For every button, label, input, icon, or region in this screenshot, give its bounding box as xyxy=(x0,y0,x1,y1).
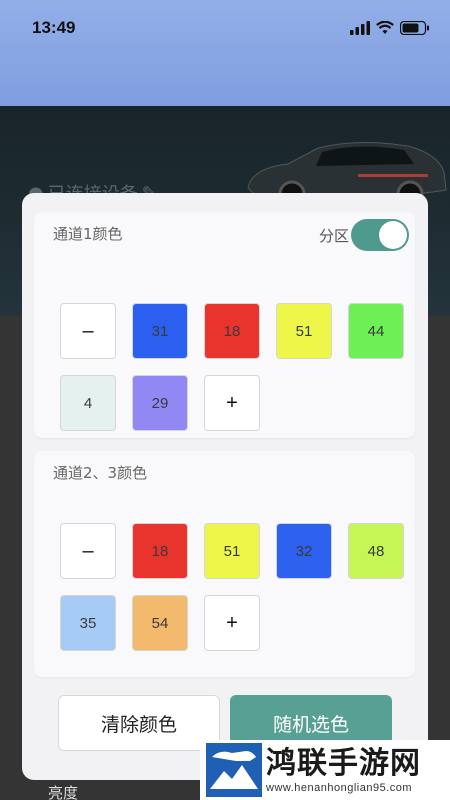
partition-control: 分区 xyxy=(319,219,409,251)
status-icons xyxy=(350,21,430,35)
channel1-swatch[interactable]: 18 xyxy=(204,303,260,359)
channel1-swatch[interactable]: 4 xyxy=(60,375,116,431)
channel1-swatch[interactable]: 31 xyxy=(132,303,188,359)
channel23-swatch[interactable]: 18 xyxy=(132,523,188,579)
site-watermark: 鸿联手游网 www.henanhonglian95.com xyxy=(200,740,450,800)
channel1-remove-button[interactable]: – xyxy=(60,303,116,359)
watermark-text: 鸿联手游网 www.henanhonglian95.com xyxy=(266,746,421,794)
channel1-swatch[interactable]: 51 xyxy=(276,303,332,359)
clear-colors-button[interactable]: 清除颜色 xyxy=(58,695,220,751)
partition-label: 分区 xyxy=(318,226,349,245)
battery-icon xyxy=(400,21,429,35)
channel1-swatch[interactable]: 44 xyxy=(348,303,404,359)
toggle-knob xyxy=(379,221,407,249)
bull-logo-icon xyxy=(206,743,262,797)
channel23-swatch[interactable]: 48 xyxy=(348,523,404,579)
channel23-swatch[interactable]: 51 xyxy=(204,523,260,579)
channel1-add-button[interactable]: + xyxy=(204,375,260,431)
channel23-swatch[interactable]: 32 xyxy=(276,523,332,579)
channel1-swatch[interactable]: 29 xyxy=(132,375,188,431)
color-picker-sheet: 通道1颜色 分区 – 31 18 51 44 4 29 + 通道2、3颜色 – … xyxy=(22,193,428,780)
channel1-card: 通道1颜色 分区 – 31 18 51 44 4 29 + xyxy=(34,212,415,438)
channel1-title: 通道1颜色 xyxy=(53,225,123,243)
channel23-swatch[interactable]: 54 xyxy=(132,595,188,651)
channel23-add-button[interactable]: + xyxy=(204,595,260,651)
channel23-swatch[interactable]: 35 xyxy=(60,595,116,651)
cellular-signal-icon xyxy=(350,21,370,35)
wifi-icon xyxy=(376,21,394,34)
brightness-label: 亮度 xyxy=(48,784,79,800)
watermark-url: www.henanhonglian95.com xyxy=(266,782,413,794)
partition-toggle[interactable] xyxy=(351,219,409,251)
watermark-title: 鸿联手游网 xyxy=(266,746,421,781)
channel23-remove-button[interactable]: – xyxy=(60,523,116,579)
channel23-card: 通道2、3颜色 – 18 51 32 48 35 54 + xyxy=(34,451,415,677)
channel23-title: 通道2、3颜色 xyxy=(53,464,148,482)
status-time: 13:49 xyxy=(32,18,76,37)
status-bar: 13:49 xyxy=(0,0,450,56)
